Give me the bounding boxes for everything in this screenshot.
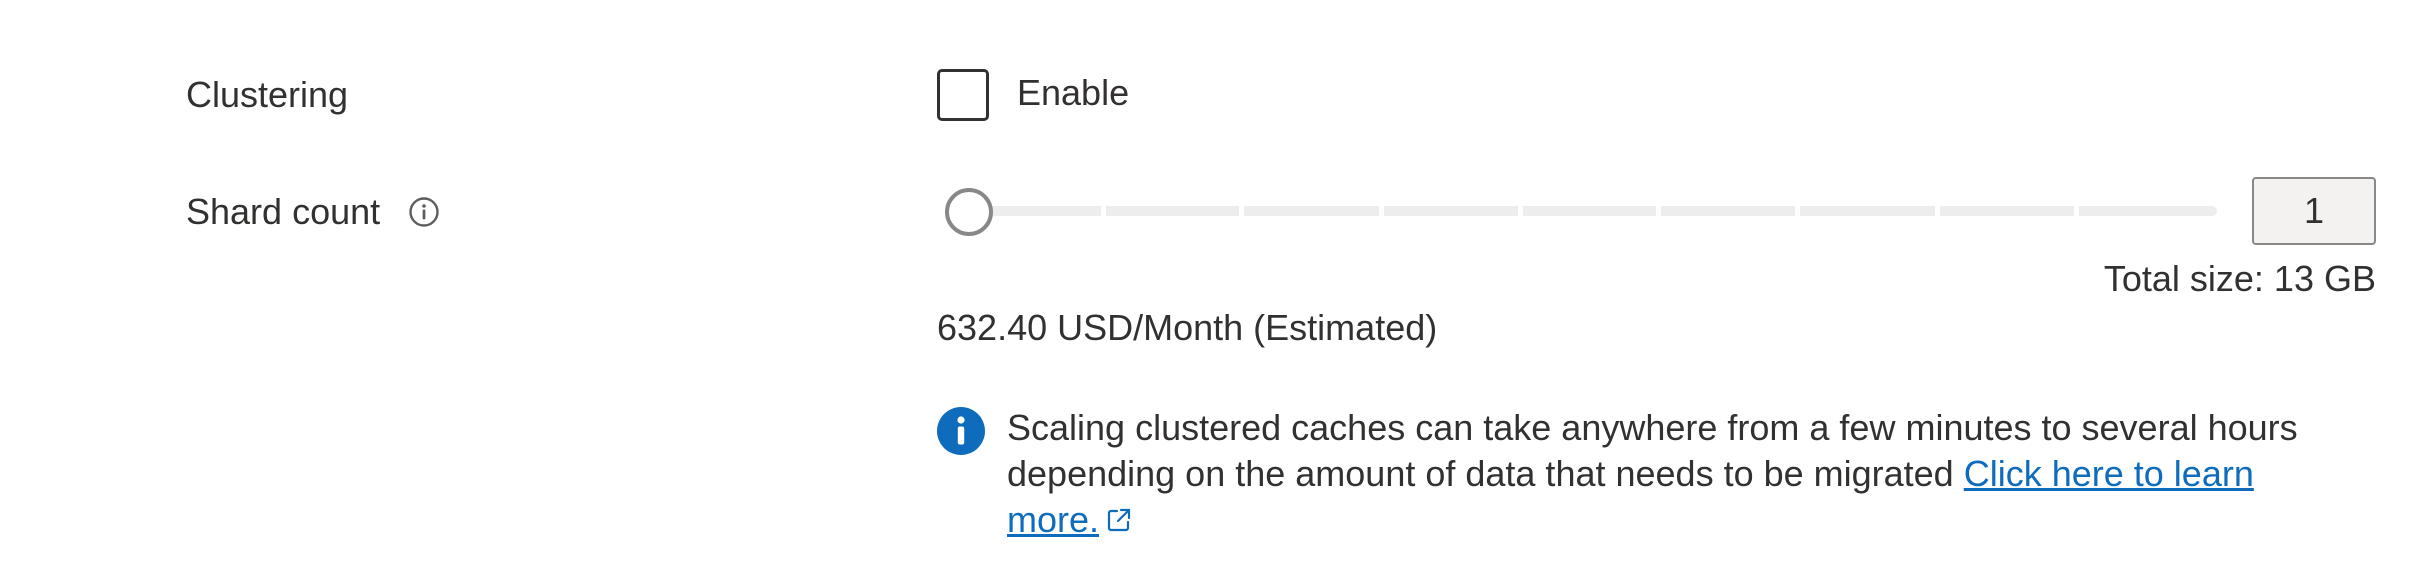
shard-count-label-group: Shard count — [186, 192, 440, 232]
slider-thumb[interactable] — [945, 188, 993, 236]
slider-step-mark — [1795, 206, 1800, 216]
enable-clustering-checkbox[interactable] — [937, 69, 989, 121]
slider-step-mark — [1518, 206, 1523, 216]
enable-checkbox-label[interactable]: Enable — [1017, 73, 1129, 113]
slider-step-mark — [1935, 206, 1940, 216]
info-outline-icon[interactable] — [408, 196, 440, 228]
slider-step-mark — [1656, 206, 1661, 216]
total-size-text: Total size: 13 GB — [2103, 258, 2376, 299]
slider-step-mark — [2074, 206, 2079, 216]
estimated-price: 632.40 USD/Month (Estimated) — [937, 307, 1438, 348]
shard-count-slider[interactable] — [945, 186, 2217, 238]
info-solid-icon — [937, 407, 985, 455]
clustering-label: Clustering — [186, 74, 349, 115]
shard-count-value-box[interactable]: 1 — [2252, 177, 2376, 245]
slider-step-mark — [1101, 206, 1106, 216]
slider-step-mark — [1239, 206, 1244, 216]
slider-step-mark — [1379, 206, 1384, 216]
info-banner-text-block: Scaling clustered caches can take anywhe… — [1007, 405, 2347, 543]
shard-count-label: Shard count — [186, 191, 381, 232]
external-link-icon[interactable] — [1105, 506, 1133, 534]
slider-track — [970, 206, 2217, 216]
